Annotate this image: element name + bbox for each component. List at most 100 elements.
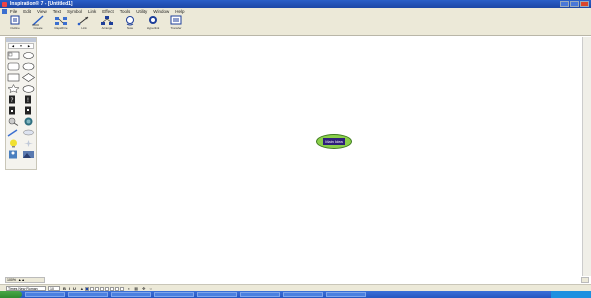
main-idea-label[interactable]: Main Idea [323,138,345,145]
link-button[interactable]: Link [75,15,93,30]
swatch-7[interactable] [119,286,124,291]
shape-cloud-icon[interactable] [22,84,35,93]
menu-tools[interactable]: Tools [117,9,134,14]
app-icon[interactable] [2,1,7,7]
sparkle-icon[interactable] [22,139,35,148]
symbol-row [6,116,36,126]
cloud-shape-icon[interactable] [22,128,35,137]
taskbar [0,291,591,298]
note-button[interactable]: Note [121,15,139,30]
transfer-icon [170,15,182,25]
create-label: Create [33,26,43,30]
taskbar-item[interactable] [197,292,237,297]
system-tray[interactable] [551,291,591,298]
marker-alt-icon[interactable] [22,106,35,115]
swatch-3[interactable] [99,286,104,291]
zoom-label: 100% [7,278,16,282]
taskbar-item[interactable] [326,292,366,297]
transfer-button[interactable]: Transfer [167,15,185,30]
swatch-5[interactable] [109,286,114,291]
menu-text[interactable]: Text [50,9,64,14]
shape-rect-icon[interactable] [7,51,20,60]
window-title: Inspiration® 7 - [Untitled1] [10,1,73,7]
shape-diamond-icon[interactable] [22,72,35,82]
menu-utility[interactable]: Utility [133,9,150,14]
rapidfire-button[interactable]: RapidFire [52,15,70,30]
note-icon [126,16,134,26]
fill-color-swatch[interactable] [84,286,89,291]
taskbar-item[interactable] [154,292,194,297]
palette-nav: ◀ ▼ ▶ [8,43,34,49]
svg-text:!: ! [27,97,29,104]
swatch-1[interactable] [89,286,94,291]
zoom-control[interactable]: 100% ▲▲ [5,277,45,283]
palette-menu-icon[interactable]: ▼ [19,44,22,48]
person-icon[interactable] [7,150,20,159]
minimize-button[interactable] [560,1,569,7]
vertical-scrollbar[interactable] [582,37,591,276]
taskbar-item[interactable] [111,292,151,297]
outline-view-icon [10,15,20,25]
start-button[interactable] [0,291,22,298]
maximize-button[interactable] [570,1,579,7]
taskbar-item[interactable] [283,292,323,297]
globe-icon[interactable] [22,117,35,126]
swatch-6[interactable] [114,286,119,291]
marker-icon[interactable] [7,106,20,115]
arrange-icon [101,16,113,25]
horizontal-scroll-arrow[interactable] [581,277,589,283]
swatch-4[interactable] [104,286,109,291]
menu-view[interactable]: View [34,9,50,14]
magnifier-icon[interactable] [7,117,20,126]
close-button[interactable] [580,1,589,7]
link-label: Link [81,26,87,30]
outline-label: Outline [10,26,20,30]
symbol-row [6,50,36,60]
shape-rounded-rect-icon[interactable] [7,62,20,71]
shape-ellipse-icon[interactable] [22,62,35,71]
palette-header[interactable] [6,38,36,42]
shape-oval-icon[interactable] [22,51,35,60]
question-mark-icon[interactable]: ? [7,95,20,104]
zoom-mountain-icon[interactable]: ▲▲ [18,278,25,282]
landscape-icon[interactable] [22,150,35,159]
rapidfire-icon [55,17,67,25]
taskbar-item[interactable] [240,292,280,297]
symbol-row [6,83,36,93]
create-button[interactable]: Create [29,15,47,30]
lightbulb-icon[interactable] [7,139,20,148]
menu-effect[interactable]: Effect [99,9,116,14]
taskbar-item[interactable] [68,292,108,297]
menu-symbol[interactable]: Symbol [64,9,85,14]
hyperlink-label: Hyperlink [146,26,160,30]
symbol-row [6,105,36,115]
main-toolbar: Outline Create RapidFire Link Arrange No… [0,15,591,36]
window-controls [560,1,589,7]
exclamation-icon[interactable]: ! [22,95,35,104]
main-idea-symbol[interactable]: Main Idea [316,134,352,149]
svg-text:?: ? [10,97,13,104]
shape-star-icon[interactable] [7,83,20,93]
pencil-icon [32,15,44,26]
menu-file[interactable]: File [7,9,20,14]
menu-edit[interactable]: Edit [20,9,34,14]
outline-button[interactable]: Outline [6,15,24,30]
shape-box-icon[interactable] [7,73,20,82]
diagram-canvas[interactable] [38,37,583,276]
taskbar-item[interactable] [25,292,65,297]
symbol-row [6,72,36,82]
note-label: Note [126,26,134,30]
symbol-row [6,138,36,148]
menu-link[interactable]: Link [85,9,99,14]
palette-next-icon[interactable]: ▶ [28,44,30,48]
menu-window[interactable]: Window [150,9,172,14]
swatch-2[interactable] [94,286,99,291]
symbol-row [6,149,36,159]
hyperlink-button[interactable]: Hyperlink [144,15,162,30]
menu-help[interactable]: Help [172,9,187,14]
arrange-button[interactable]: Arrange [98,15,116,30]
title-bar: Inspiration® 7 - [Untitled1] [0,0,591,8]
palette-prev-icon[interactable]: ◀ [12,44,14,48]
link-icon [77,16,89,26]
pencil-tool-icon[interactable] [7,128,20,137]
